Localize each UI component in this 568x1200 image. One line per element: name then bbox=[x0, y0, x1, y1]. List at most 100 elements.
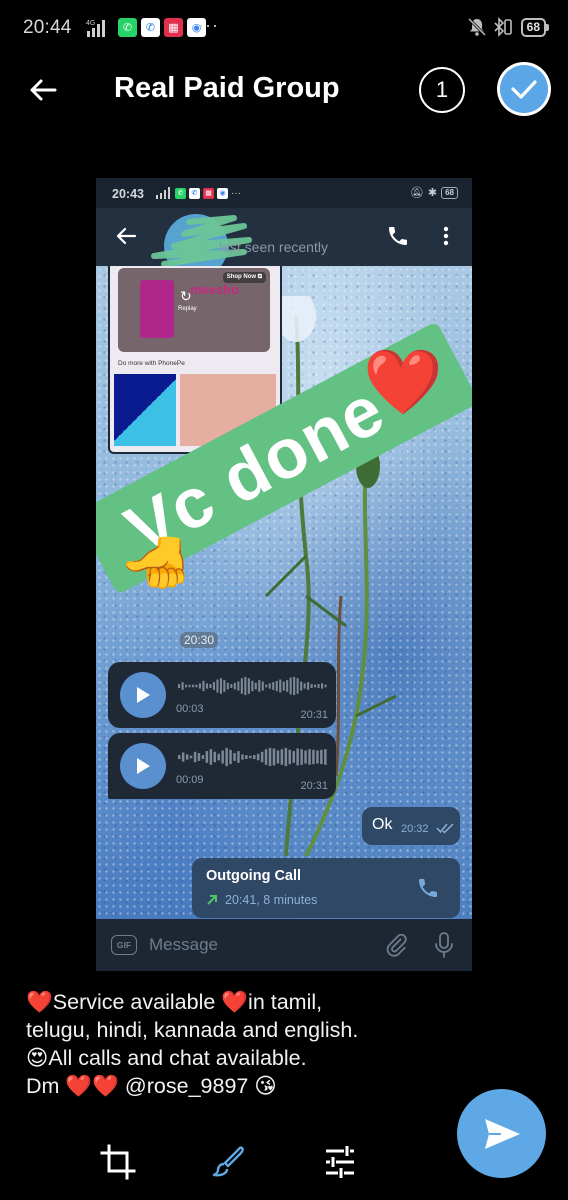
waveform-bar bbox=[292, 751, 295, 763]
waveform-bar bbox=[229, 749, 232, 765]
waveform-bar bbox=[284, 747, 288, 767]
waveform-bar bbox=[249, 755, 252, 759]
photo-phone-icon: ✆ bbox=[189, 187, 200, 199]
waveform-bar bbox=[279, 679, 282, 693]
waveform-bar bbox=[303, 683, 306, 689]
silent-bell-icon bbox=[467, 17, 486, 37]
play-button bbox=[120, 743, 166, 789]
waveform-bar bbox=[209, 749, 213, 765]
waveform-bar bbox=[275, 680, 278, 692]
waveform-bar bbox=[314, 684, 317, 688]
waveform-bar bbox=[280, 749, 284, 765]
waveform-bar bbox=[308, 749, 311, 765]
waveform-bar bbox=[221, 750, 224, 764]
photo-bluetooth-icon: ✱ bbox=[427, 187, 438, 199]
caption-text[interactable]: ❤️Service available ❤️in tamil, telugu, … bbox=[26, 988, 446, 1100]
meesho-ad: Shop Now ⧉ meesho ↻ Replay bbox=[118, 268, 270, 352]
waveform-bar bbox=[288, 749, 291, 765]
waveform-bar bbox=[296, 678, 299, 694]
status-bar: 20:44 4G ✆ ✆ ▦ ◉ ··· 68 bbox=[0, 0, 568, 58]
waveform-bar bbox=[253, 755, 256, 759]
photo-silent-icon: 🔕︎ bbox=[409, 187, 424, 199]
replay-icon: ↻ bbox=[180, 288, 192, 304]
waveform-bar bbox=[324, 749, 327, 765]
adjust-button[interactable] bbox=[321, 1143, 359, 1181]
waveform-bar bbox=[185, 684, 188, 688]
waveform-bar bbox=[226, 682, 229, 690]
waveform-bar bbox=[316, 750, 319, 764]
waveform-bar bbox=[261, 681, 264, 691]
photo-gpay-icon: ◉ bbox=[217, 187, 228, 199]
voice-message: 00:09 20:31 bbox=[108, 733, 336, 799]
outgoing-message: Ok 20:32 bbox=[362, 807, 460, 845]
outgoing-call-message: Outgoing Call 20:41, 8 minutes bbox=[192, 858, 460, 918]
waveform-bar bbox=[217, 753, 220, 761]
message-time: 20:32 bbox=[401, 823, 429, 835]
waveform-bar bbox=[192, 684, 195, 688]
replay-label: Replay bbox=[178, 306, 197, 312]
select-photo-button[interactable] bbox=[497, 62, 551, 116]
voice-duration: 00:03 bbox=[176, 703, 204, 715]
play-button bbox=[120, 672, 166, 718]
waveform-bar bbox=[282, 681, 285, 691]
call-title: Outgoing Call bbox=[206, 868, 302, 884]
shopping-notification-icon: ▦ bbox=[164, 18, 183, 37]
photo-menu-icon bbox=[443, 226, 449, 246]
tune-icon bbox=[326, 1146, 354, 1178]
waveform-bar bbox=[247, 678, 250, 694]
waveform-bar bbox=[293, 676, 296, 696]
message-text: Ok bbox=[372, 816, 393, 833]
caption-line: ❤️Service available ❤️in tamil, bbox=[26, 990, 323, 1014]
ad-brand: meesho bbox=[190, 282, 240, 297]
waveform-bar bbox=[197, 753, 201, 761]
waveform-bar bbox=[205, 751, 209, 763]
back-arrow-icon bbox=[30, 79, 57, 101]
photo-chat-area: Shop Now ⧉ meesho ↻ Replay Do more with … bbox=[96, 266, 472, 919]
waveform-bar bbox=[320, 749, 323, 765]
phonepe-section-title: Do more with PhonePe bbox=[118, 360, 185, 367]
photo-back-arrow-icon bbox=[116, 227, 137, 245]
photo-status-time: 20:43 bbox=[112, 187, 144, 201]
send-icon bbox=[484, 1118, 520, 1149]
waveform-bar bbox=[264, 749, 268, 765]
photo-call-icon bbox=[389, 227, 407, 245]
voice-duration: 00:09 bbox=[176, 774, 204, 786]
waveform-bar bbox=[181, 752, 185, 762]
crop-icon bbox=[100, 1144, 136, 1180]
waveform-bar bbox=[178, 684, 181, 688]
photo-preview[interactable]: 20:43 ✆ ✆ ▦ ◉ ··· 🔕︎ ✱ 68 last seen rece… bbox=[96, 178, 472, 971]
photo-more-icon: ··· bbox=[231, 187, 241, 199]
status-time: 20:44 bbox=[23, 17, 72, 38]
gif-button: GIF bbox=[111, 935, 137, 955]
play-icon bbox=[137, 758, 150, 774]
play-icon bbox=[137, 687, 150, 703]
phone-notification-icon: ✆ bbox=[141, 18, 160, 37]
photo-shopping-icon: ▦ bbox=[203, 187, 214, 199]
waveform-bar bbox=[185, 754, 189, 760]
bluetooth-vibrate-icon bbox=[494, 17, 512, 37]
caption-line: Dm ❤️❤️ @rose_9897 😘 bbox=[26, 1074, 277, 1098]
more-notifications-icon: ··· bbox=[198, 15, 219, 35]
waveform-bar bbox=[216, 679, 219, 693]
waveform-bar bbox=[272, 748, 276, 766]
caption-line: telugu, hindi, kannada and english. bbox=[26, 1018, 359, 1042]
waveform-bar bbox=[324, 684, 327, 688]
waveform-bar bbox=[178, 755, 181, 759]
waveform-bar bbox=[268, 747, 272, 767]
selected-count-badge[interactable]: 1 bbox=[419, 67, 465, 113]
waveform-bar bbox=[219, 678, 222, 694]
waveform-bar bbox=[188, 684, 191, 688]
double-check-icon bbox=[436, 823, 454, 834]
back-button[interactable] bbox=[26, 73, 60, 107]
waveform-bar bbox=[212, 682, 215, 690]
call-detail: 20:41, 8 minutes bbox=[225, 893, 318, 907]
photo-signal-icon bbox=[156, 187, 170, 199]
waveform-bar bbox=[289, 677, 292, 695]
send-button[interactable] bbox=[457, 1089, 546, 1178]
waveform-bar bbox=[193, 751, 197, 763]
crop-button[interactable] bbox=[99, 1143, 137, 1181]
waveform-bar bbox=[209, 684, 212, 688]
waveform-bar bbox=[241, 754, 244, 760]
waveform-bar bbox=[237, 751, 240, 763]
paint-button[interactable] bbox=[210, 1143, 248, 1181]
